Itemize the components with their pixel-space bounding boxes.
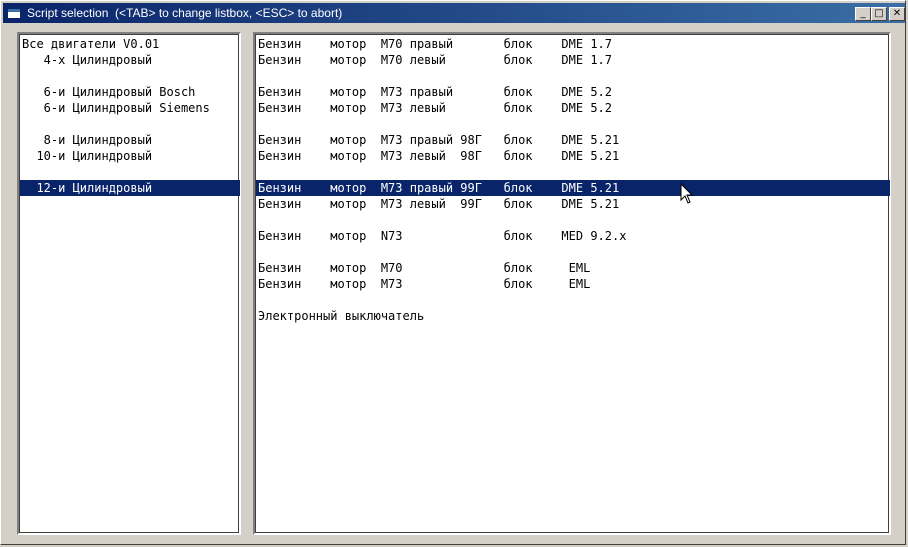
script-item[interactable]: Бензин мотор M73 блок EML xyxy=(256,276,890,292)
category-item[interactable]: 6-и Цилиндровый Siemens xyxy=(20,100,240,116)
script-selection-window: Script selection (<TAB> to change listbo… xyxy=(0,0,906,545)
window-icon xyxy=(7,8,21,19)
script-item-label: Бензин мотор M73 левый 98Г блок DME 5.21 xyxy=(258,149,620,163)
script-item[interactable]: Бензин мотор M70 правый блок DME 1.7 xyxy=(256,36,890,52)
category-item[interactable]: 6-и Цилиндровый Bosch xyxy=(20,84,240,100)
script-item-label: Бензин мотор M73 правый блок DME 5.2 xyxy=(258,85,613,99)
script-item-label: Бензин мотор M73 левый 99Г блок DME 5.21 xyxy=(258,197,620,211)
script-item-spacer xyxy=(256,68,890,84)
title-bar[interactable]: Script selection (<TAB> to change listbo… xyxy=(3,3,905,23)
script-item-label: Бензин мотор M73 левый блок DME 5.2 xyxy=(258,101,613,115)
category-item[interactable]: 8-и Цилиндровый xyxy=(20,132,240,148)
mouse-pointer-icon xyxy=(680,183,694,204)
window-title: Script selection (<TAB> to change listbo… xyxy=(27,6,343,20)
script-item[interactable]: Бензин мотор M73 правый 99Г блок DME 5.2… xyxy=(256,180,890,196)
category-item[interactable]: 10-и Цилиндровый xyxy=(20,148,240,164)
category-item-label: 10-и Цилиндровый xyxy=(22,149,153,163)
minimize-button[interactable]: _ xyxy=(855,7,871,21)
category-item-label: 12-и Цилиндровый xyxy=(22,181,153,195)
script-item-label: Бензин мотор M70 блок EML xyxy=(258,261,591,275)
category-item-label: 8-и Цилиндровый xyxy=(22,133,153,147)
script-item-spacer xyxy=(256,292,890,308)
script-item-spacer xyxy=(256,164,890,180)
category-item[interactable]: 12-и Цилиндровый xyxy=(20,180,240,196)
script-item[interactable]: Бензин мотор M73 левый блок DME 5.2 xyxy=(256,100,890,116)
script-item-spacer xyxy=(256,116,890,132)
script-item-label: Электронный выключатель xyxy=(258,309,425,323)
category-item-spacer xyxy=(20,164,240,180)
script-item[interactable]: Бензин мотор N73 блок MED 9.2.x xyxy=(256,228,890,244)
script-item[interactable]: Электронный выключатель xyxy=(256,308,890,324)
category-item-spacer xyxy=(20,116,240,132)
script-item[interactable]: Бензин мотор M73 левый 99Г блок DME 5.21 xyxy=(256,196,890,212)
script-item-spacer xyxy=(256,244,890,260)
category-item[interactable]: Все двигатели V0.01 xyxy=(20,36,240,52)
script-item-spacer xyxy=(256,212,890,228)
engine-category-listbox[interactable]: Все двигатели V0.01 4-х Цилиндровый 6-и … xyxy=(17,32,241,535)
script-item[interactable]: Бензин мотор M70 левый блок DME 1.7 xyxy=(256,52,890,68)
script-item-label: Бензин мотор M73 блок EML xyxy=(258,277,591,291)
category-item[interactable]: 4-х Цилиндровый xyxy=(20,52,240,68)
script-item-label: Бензин мотор M73 правый 99Г блок DME 5.2… xyxy=(258,181,620,195)
maximize-button[interactable]: □ xyxy=(871,7,887,21)
script-item[interactable]: Бензин мотор M70 блок EML xyxy=(256,260,890,276)
script-item[interactable]: Бензин мотор M73 левый 98Г блок DME 5.21 xyxy=(256,148,890,164)
script-item[interactable]: Бензин мотор M73 правый 98Г блок DME 5.2… xyxy=(256,132,890,148)
script-item-label: Бензин мотор N73 блок MED 9.2.x xyxy=(258,229,627,243)
category-item-label: 4-х Цилиндровый xyxy=(22,53,153,67)
script-listbox[interactable]: Бензин мотор M70 правый блок DME 1.7 Бенз… xyxy=(253,32,891,535)
script-item-label: Бензин мотор M70 левый блок DME 1.7 xyxy=(258,53,613,67)
close-button[interactable]: ✕ xyxy=(889,7,905,21)
category-item-label: Все двигатели V0.01 xyxy=(22,37,160,51)
category-item-spacer xyxy=(20,68,240,84)
script-item[interactable]: Бензин мотор M73 правый блок DME 5.2 xyxy=(256,84,890,100)
script-item-label: Бензин мотор M73 правый 98Г блок DME 5.2… xyxy=(258,133,620,147)
category-item-label: 6-и Цилиндровый Siemens xyxy=(22,101,210,115)
script-item-label: Бензин мотор M70 правый блок DME 1.7 xyxy=(258,37,613,51)
category-item-label: 6-и Цилиндровый Bosch xyxy=(22,85,196,99)
